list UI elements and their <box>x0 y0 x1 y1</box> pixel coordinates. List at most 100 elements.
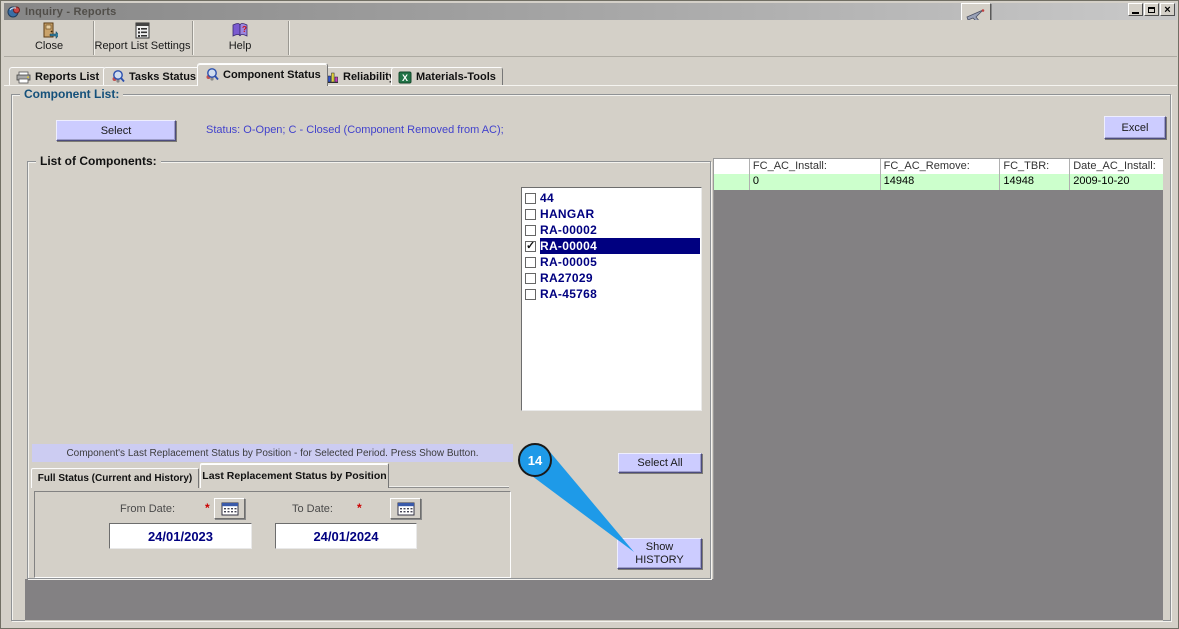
restore-icon <box>1148 6 1155 13</box>
calendar-icon <box>221 502 238 515</box>
results-grid-row[interactable]: 0 14948 14948 2009-10-20 <box>713 174 1163 190</box>
list-item-label: HANGAR <box>540 207 595 221</box>
svg-text:?: ? <box>242 25 247 34</box>
date-range-panel: From Date: * 24/01/2023 To Date: * 24/01… <box>34 491 511 578</box>
excel-button-label: Excel <box>1121 121 1149 134</box>
grid-cell <box>714 174 750 190</box>
grid-cell: 0 <box>750 174 881 190</box>
status-legend-text: Status: O-Open; C - Closed (Component Re… <box>206 124 504 136</box>
list-item[interactable]: RA-00002 <box>523 222 700 238</box>
from-date-value: 24/01/2023 <box>147 528 214 544</box>
checkbox-icon[interactable] <box>525 272 536 284</box>
close-window-button[interactable]: × <box>1160 3 1175 16</box>
app-window: { "window": { "title": "Inquiry - Report… <box>0 0 1179 629</box>
grid-header-cell: FC_TBR: <box>1000 159 1071 175</box>
report-list-settings-button[interactable]: Report List Settings <box>94 20 191 56</box>
select-button-label: Select <box>100 124 132 137</box>
magnifier-icon <box>112 70 125 83</box>
from-date-calendar-button[interactable] <box>214 498 245 519</box>
list-item[interactable]: RA-00004 <box>523 238 700 254</box>
list-item[interactable]: HANGAR <box>523 206 700 222</box>
checkbox-icon[interactable] <box>525 239 536 252</box>
title-bar: Inquiry - Reports <box>4 3 1177 20</box>
subtab-last-replacement[interactable]: Last Replacement Status by Position <box>200 463 389 488</box>
to-date-required-marker: * <box>357 501 362 515</box>
tab-label: Component Status <box>223 69 321 81</box>
help-button-label: Help <box>228 40 252 52</box>
close-button-label: Close <box>34 40 64 52</box>
from-date-field[interactable]: 24/01/2023 <box>109 523 252 549</box>
report-list-settings-label: Report List Settings <box>94 40 191 52</box>
list-of-components-group-label: List of Components: <box>36 154 161 168</box>
tab-reports-list[interactable]: Reports List <box>9 67 107 86</box>
checkbox-icon[interactable] <box>525 192 536 204</box>
list-item[interactable]: RA-00005 <box>523 254 700 270</box>
to-date-calendar-button[interactable] <box>390 498 421 519</box>
tab-materials-tools[interactable]: X Materials-Tools <box>391 67 503 86</box>
checkbox-icon[interactable] <box>525 208 536 220</box>
checkbox-icon[interactable] <box>525 256 536 268</box>
tab-label: Reports List <box>35 71 100 83</box>
toolbar-separator <box>288 21 289 55</box>
tab-component-status[interactable]: Component Status <box>197 63 328 86</box>
grid-cell: 2009-10-20 <box>1073 175 1130 187</box>
excel-button[interactable]: Excel <box>1104 116 1166 139</box>
callout-number: 14 <box>528 453 543 468</box>
grid-header-cell <box>714 159 750 175</box>
list-item[interactable]: RA27029 <box>523 270 700 286</box>
tab-reliability[interactable]: Reliability <box>318 67 402 86</box>
grid-cell: 14948 <box>1000 174 1071 190</box>
help-button[interactable]: ? Help <box>193 20 287 56</box>
svg-text:X: X <box>402 73 408 83</box>
report-list-icon <box>135 22 150 39</box>
restore-button[interactable] <box>1144 3 1159 16</box>
list-item-label: RA-00005 <box>540 255 598 269</box>
grid-cell: 14948 <box>881 174 1001 190</box>
grid-header-cell: Date_AC_Install: <box>1073 160 1156 172</box>
list-item-label: RA-45768 <box>540 287 598 301</box>
printer-icon <box>16 71 31 83</box>
list-item-label: RA-00004 <box>540 238 700 254</box>
component-listbox[interactable]: 44 HANGAR RA-00002 RA-00004 RA-00005 RA2… <box>521 187 702 411</box>
to-date-label: To Date: <box>292 503 333 515</box>
tab-label: Tasks Status <box>129 71 197 83</box>
list-item[interactable]: 44 <box>523 190 700 206</box>
close-icon: × <box>1164 3 1171 16</box>
excel-icon: X <box>398 71 412 83</box>
results-grid-header: FC_AC_Install: FC_AC_Remove: FC_TBR: Dat… <box>713 158 1163 175</box>
grid-header-cell: FC_AC_Install: <box>750 159 881 175</box>
exit-door-icon <box>43 22 58 39</box>
close-button[interactable]: Close <box>6 20 92 56</box>
from-date-required-marker: * <box>205 501 210 515</box>
component-list-group-label: Component List: <box>20 87 124 101</box>
window-controls: × <box>1128 3 1175 16</box>
list-item[interactable]: RA-45768 <box>523 286 700 302</box>
list-item-label: RA27029 <box>540 271 593 285</box>
from-date-label: From Date: <box>120 503 176 515</box>
annotation-callout-14: 14 <box>518 443 634 552</box>
subtab-label: Full Status (Current and History) <box>37 473 193 484</box>
subtab-baseline <box>389 487 509 488</box>
list-item-label: 44 <box>540 191 554 205</box>
to-date-value: 24/01/2024 <box>313 528 379 544</box>
tab-label: Reliability <box>343 71 395 83</box>
tab-baseline <box>4 85 1177 86</box>
results-grid-empty-area <box>25 579 1163 621</box>
help-book-icon: ? <box>232 23 248 37</box>
tab-tasks-status[interactable]: Tasks Status <box>103 67 204 86</box>
minimize-icon <box>1132 12 1139 14</box>
checkbox-icon[interactable] <box>525 224 536 236</box>
checkbox-icon[interactable] <box>525 288 536 300</box>
magnifier-icon <box>206 68 219 81</box>
list-item-label: RA-00002 <box>540 223 598 237</box>
subtab-full-status[interactable]: Full Status (Current and History) <box>31 468 199 488</box>
app-icon <box>7 5 21 19</box>
minimize-button[interactable] <box>1128 3 1143 16</box>
subtab-label: Last Replacement Status by Position <box>202 470 387 482</box>
results-grid-empty-area <box>713 190 1163 579</box>
tab-label: Materials-Tools <box>416 71 496 83</box>
main-toolbar: Close Report List Settings ? Help <box>4 20 1177 57</box>
window-title: Inquiry - Reports <box>25 5 117 18</box>
select-button[interactable]: Select <box>56 120 176 141</box>
to-date-field[interactable]: 24/01/2024 <box>275 523 417 549</box>
